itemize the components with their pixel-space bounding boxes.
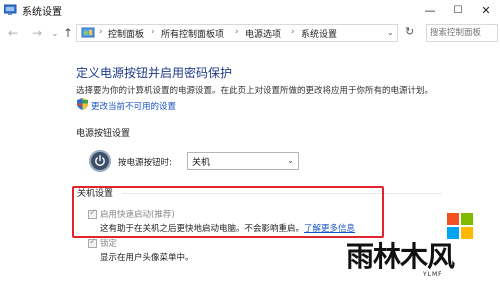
breadcrumb-control-panel[interactable]: 控制面板 [108, 27, 144, 40]
search-input[interactable] [427, 25, 500, 41]
back-arrow-icon[interactable]: ← [6, 25, 20, 41]
logo-square-red [447, 213, 459, 225]
window-title: 系统设置 [22, 7, 62, 18]
power-button-section-title: 电源按钮设置 [76, 129, 131, 139]
forward-arrow-icon[interactable]: → [30, 25, 44, 41]
address-bar[interactable]: › 控制面板 › 所有控制面板项 › 电源选项 › 系统设置 ⌄ [76, 24, 398, 42]
power-button-action-select[interactable]: 关机 ⌄ [187, 152, 299, 170]
search-box[interactable] [426, 24, 500, 42]
page-title: 定义电源按钮并启用密码保护 [76, 66, 233, 80]
checkmark-icon: ✓ [89, 237, 97, 247]
navigation-bar: ← → ⌄ ↑ › 控制面板 › 所有控制面板项 › 电源选项 › 系统设置 ⌄… [0, 21, 500, 45]
address-dropdown-icon[interactable]: ⌄ [387, 28, 394, 37]
power-options-icon [4, 4, 17, 15]
selected-value: 关机 [192, 158, 211, 168]
logo-square-green [461, 213, 473, 225]
maximize-button[interactable]: ☐ [444, 0, 472, 20]
control-panel-icon [81, 27, 95, 38]
power-button-icon [89, 150, 111, 172]
title-bar: 系统设置 — ☐ ✕ [0, 0, 500, 20]
close-button[interactable]: ✕ [472, 0, 500, 20]
highlight-box [72, 186, 384, 238]
breadcrumb-separator: › [235, 27, 239, 37]
logo-square-blue [447, 227, 459, 239]
lock-label: 锁定 [100, 239, 118, 249]
refresh-icon[interactable]: ↻ [405, 25, 414, 38]
breadcrumb-separator: › [291, 27, 295, 37]
uac-shield-icon [77, 98, 88, 110]
page-description: 选择要为你的计算机设置的电源设置。在此页上对设置所做的更改将应用于你所有的电源计… [76, 86, 434, 96]
breadcrumb-separator: › [99, 27, 103, 37]
breadcrumb-all-items[interactable]: 所有控制面板项 [161, 27, 224, 40]
change-unavailable-settings-link[interactable]: 更改当前不可用的设置 [91, 100, 176, 112]
lock-checkbox[interactable]: ✓ [88, 237, 97, 248]
watermark-sub: YLMF [423, 271, 443, 278]
breadcrumb-separator: › [151, 27, 155, 37]
windows-logo-icon [447, 213, 474, 240]
up-arrow-icon[interactable]: ↑ [61, 25, 75, 41]
watermark-brand: 雨林木风 [346, 240, 455, 273]
breadcrumb-power-options[interactable]: 电源选项 [245, 27, 281, 40]
power-button-label: 按电源按钮时: [118, 158, 172, 168]
chevron-down-icon: ⌄ [287, 156, 294, 165]
lock-description: 显示在用户头像菜单中。 [100, 253, 194, 263]
breadcrumb-system-settings[interactable]: 系统设置 [301, 27, 337, 40]
logo-square-yellow [461, 227, 473, 239]
minimize-button[interactable]: — [416, 0, 444, 20]
recent-locations-chevron-icon[interactable]: ⌄ [48, 25, 62, 41]
